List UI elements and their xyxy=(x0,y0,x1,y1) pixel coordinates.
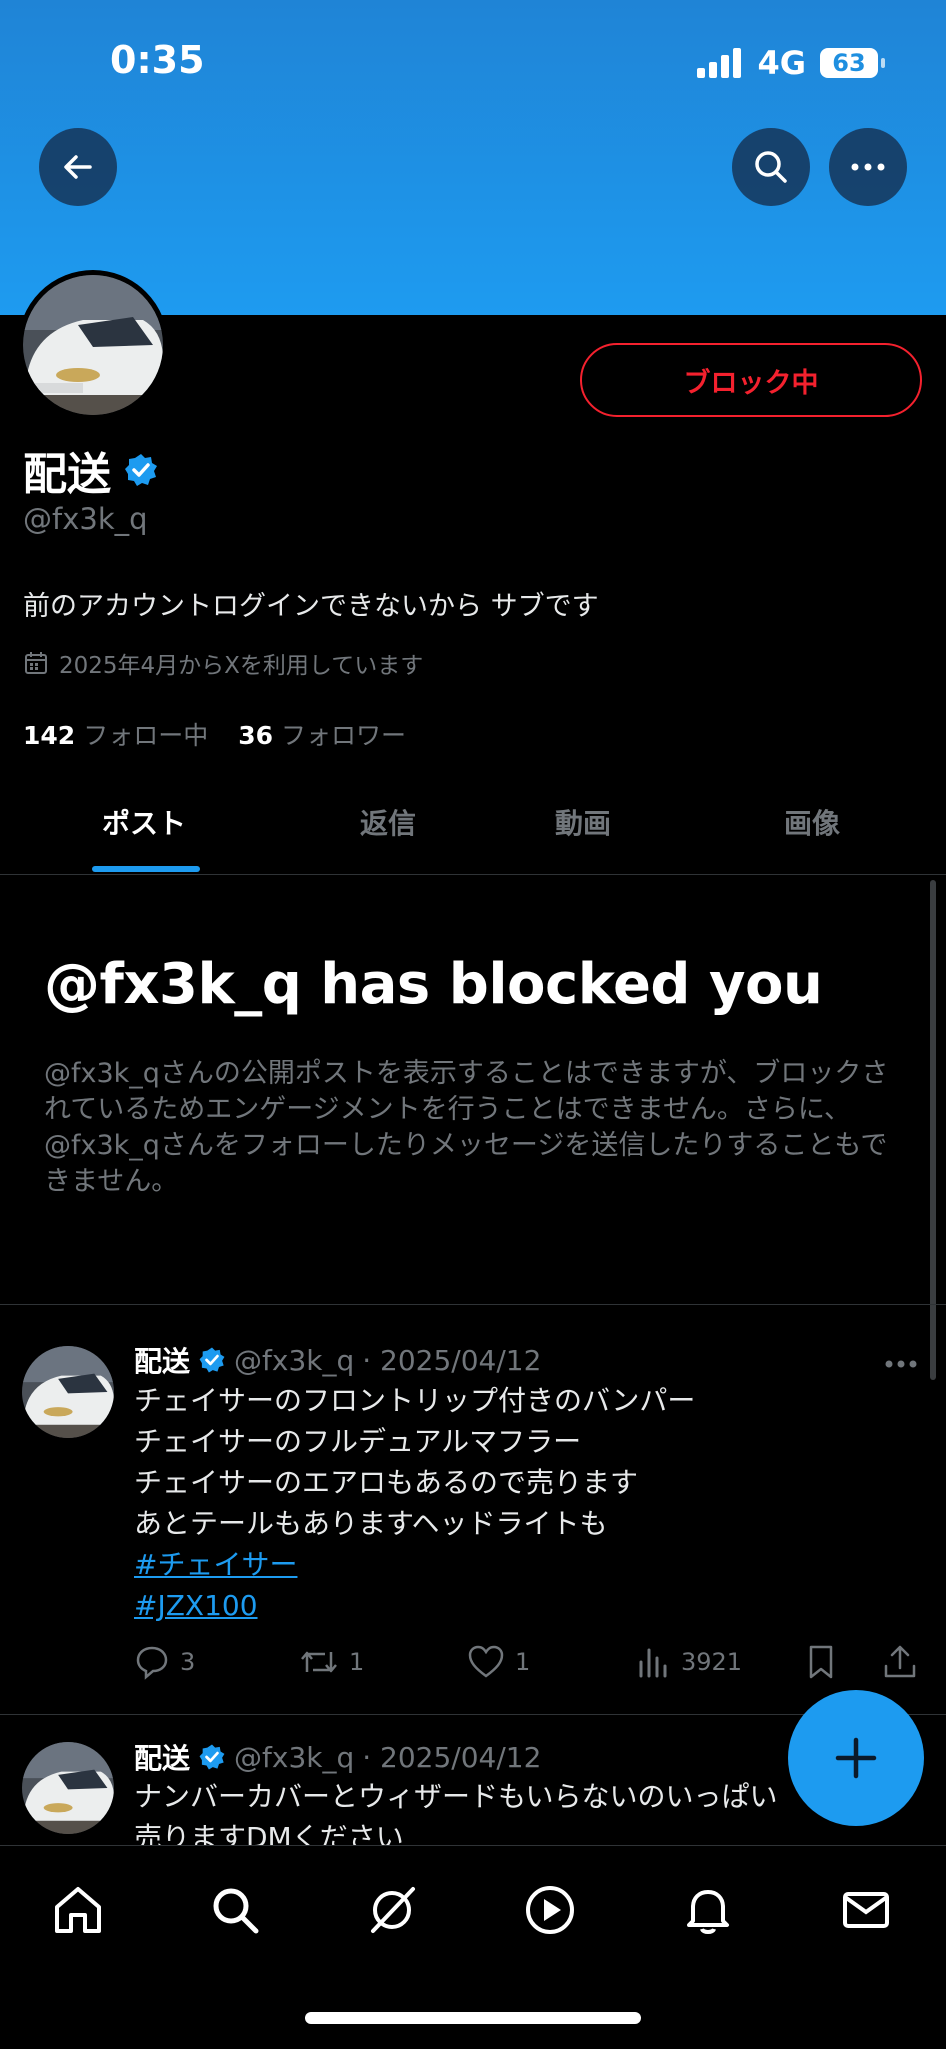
active-tab-indicator xyxy=(92,866,200,872)
scrollbar[interactable] xyxy=(930,880,936,1380)
reply-button[interactable]: 3 xyxy=(134,1644,299,1680)
tab-replies[interactable]: 返信 xyxy=(360,802,416,842)
mail-icon xyxy=(843,1892,889,1928)
repost-button[interactable]: 1 xyxy=(299,1644,467,1680)
nav-video[interactable] xyxy=(520,1880,580,1940)
back-button[interactable] xyxy=(39,128,117,206)
hashtag-link[interactable]: #チェイサー xyxy=(134,1544,894,1585)
avatar-car-image xyxy=(23,275,163,415)
repost-count: 1 xyxy=(349,1648,365,1676)
divider xyxy=(0,1304,946,1305)
battery-icon: 63 xyxy=(820,48,885,78)
nav-messages[interactable] xyxy=(836,1880,896,1940)
tab-videos[interactable]: 動画 xyxy=(555,802,611,842)
signal-icon xyxy=(697,48,742,78)
plus-icon xyxy=(835,1737,877,1779)
compose-button[interactable] xyxy=(788,1690,924,1826)
analytics-icon xyxy=(639,1648,667,1678)
post-author-name[interactable]: 配送 xyxy=(134,1737,190,1777)
views-button[interactable]: 3921 xyxy=(635,1644,805,1680)
more-icon xyxy=(851,163,885,171)
play-icon xyxy=(526,1886,574,1934)
post-line: チェイサーのフロントリップ付きのバンパー xyxy=(134,1384,696,1417)
like-count: 1 xyxy=(515,1648,531,1676)
profile-name-row: 配送 xyxy=(23,438,159,502)
reply-icon xyxy=(136,1646,168,1680)
post-line: あとテールもありますヘッドライトも xyxy=(134,1507,608,1540)
like-button[interactable]: 1 xyxy=(467,1644,635,1680)
nav-grok[interactable] xyxy=(362,1880,422,1940)
post-author-name[interactable]: 配送 xyxy=(134,1340,190,1380)
profile-handle: @fx3k_q xyxy=(23,502,148,536)
share-icon xyxy=(884,1645,916,1678)
more-icon xyxy=(885,1360,917,1368)
post-header: 配送 @fx3k_q · 2025/04/12 xyxy=(134,1737,541,1777)
post-body: チェイサーのフロントリップ付きのバンパー チェイサーのフルデュアルマフラー チェ… xyxy=(134,1380,894,1626)
tab-images[interactable]: 画像 xyxy=(784,802,840,842)
post-actions: 3 1 1 3921 xyxy=(134,1644,924,1680)
search-icon xyxy=(213,1888,259,1934)
post-header: 配送 @fx3k_q · 2025/04/12 xyxy=(134,1340,541,1380)
nav-notifications[interactable] xyxy=(678,1880,738,1940)
bookmark-button[interactable] xyxy=(805,1644,883,1680)
nav-search[interactable] xyxy=(205,1880,265,1940)
nav-home[interactable] xyxy=(48,1880,108,1940)
hashtag-link[interactable]: #JZX100 xyxy=(134,1585,894,1626)
reply-count: 3 xyxy=(180,1648,196,1676)
post-line: チェイサーのフルデュアルマフラー xyxy=(134,1425,582,1458)
tab-posts[interactable]: ポスト xyxy=(102,802,186,842)
network-type: 4G xyxy=(757,44,806,82)
status-indicators: 4G 63 xyxy=(697,44,885,82)
blocked-title: @fx3k_q has blocked you xyxy=(44,952,823,1017)
post-avatar[interactable] xyxy=(22,1346,114,1438)
calendar-icon xyxy=(25,652,47,674)
grok-icon xyxy=(371,1887,415,1933)
profile-name: 配送 xyxy=(23,449,111,500)
profile-bio: 前のアカウントログインできないから サブです xyxy=(23,591,599,622)
post-line: ナンバーカバーとウィザードもいらないのいっぱい xyxy=(134,1780,778,1813)
following-link[interactable]: 142 フォロー中 xyxy=(23,716,208,752)
post-avatar[interactable] xyxy=(22,1742,114,1834)
follow-stats: 142 フォロー中 36 フォロワー xyxy=(23,716,406,752)
bookmark-icon xyxy=(809,1645,833,1679)
status-time: 0:35 xyxy=(110,38,205,82)
post-author-handle: @fx3k_q xyxy=(234,1740,355,1774)
post-more-button[interactable] xyxy=(884,1354,918,1373)
post-author-handle: @fx3k_q xyxy=(234,1343,355,1377)
search-button[interactable] xyxy=(732,128,810,206)
post-line: チェイサーのエアロもあるので売ります xyxy=(134,1466,639,1499)
repost-icon xyxy=(301,1651,337,1673)
search-icon xyxy=(755,151,787,183)
arrow-left-icon xyxy=(64,155,92,179)
blocked-button[interactable]: ブロック中 xyxy=(580,343,922,417)
verified-badge-icon xyxy=(199,1347,225,1373)
heart-icon xyxy=(468,1645,504,1678)
joined-date-row: 2025年4月からXを利用しています xyxy=(23,646,423,680)
verified-badge-icon xyxy=(125,454,157,486)
more-button[interactable] xyxy=(829,128,907,206)
followers-link[interactable]: 36 フォロワー xyxy=(238,716,406,752)
share-button[interactable] xyxy=(883,1644,917,1680)
joined-date: 2025年4月からXを利用しています xyxy=(59,653,424,679)
profile-avatar[interactable] xyxy=(18,270,168,420)
avatar-car-image xyxy=(22,1346,114,1438)
verified-badge-icon xyxy=(199,1744,225,1770)
post-date: · 2025/04/12 xyxy=(362,1740,542,1774)
view-count: 3921 xyxy=(681,1648,743,1676)
post-date: · 2025/04/12 xyxy=(362,1343,542,1377)
blocked-description: @fx3k_qさんの公開ポストを表示することはできますが、ブロックされているため… xyxy=(44,1058,889,1197)
home-icon xyxy=(55,1887,101,1933)
avatar-car-image xyxy=(22,1742,114,1834)
bell-icon xyxy=(687,1890,729,1934)
home-indicator xyxy=(305,2012,641,2024)
profile-tabs: ポスト 返信 動画 画像 xyxy=(0,770,946,875)
